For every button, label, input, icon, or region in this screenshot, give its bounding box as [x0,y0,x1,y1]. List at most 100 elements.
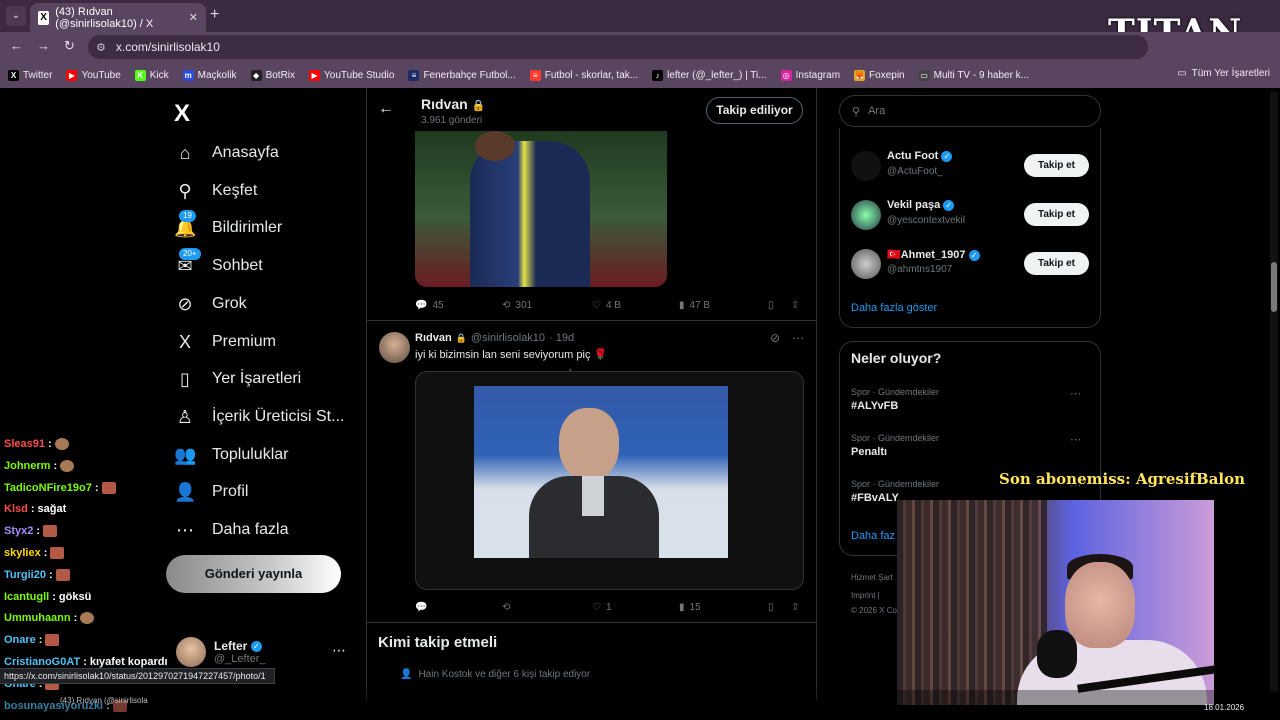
trend-more-icon[interactable]: ⋯ [1070,387,1081,400]
sidebar-item-i-çerik-üreticisi-st-[interactable]: ♙ İçerik Üreticisi St... [174,402,345,432]
chat-separator: : [73,612,78,625]
repost-button[interactable]: ⟲ [502,602,515,613]
bookmark-item[interactable]: ◎ Instagram [780,69,840,81]
close-tab-icon[interactable]: ✕ [189,11,198,24]
footer-copyright: © 2026 X Co [851,606,897,615]
show-more-link[interactable]: Daha fazla göster [851,302,937,314]
x-home-logo-icon[interactable]: X [174,100,190,128]
scrollbar-thumb[interactable] [1271,262,1277,312]
all-bookmarks-folder[interactable]: ▭ Tüm Yer İşaretleri [1177,68,1270,79]
bookmark-item[interactable]: m Maçkolik [182,69,237,81]
verified-badge-icon: ✓ [250,641,262,653]
trend-item[interactable]: Spor · Gündemdekiler Penaltı ⋯ [851,433,1091,458]
site-settings-icon[interactable]: ⚙ [96,41,106,54]
bookmarks-bar: X Twitter ▶ YouTube K Kick m Maçkolik ◆ BotRix ▶ Yo… [0,62,1280,88]
followed-by-note[interactable]: 👤 Hain Kostok ve diğer 6 kişi takip ediy… [400,669,590,680]
sidebar-item-keşfet[interactable]: ⚲ Keşfet [174,176,257,206]
tweet-photo-1[interactable] [415,131,667,287]
tab-search-icon[interactable]: ⌄ [6,6,26,26]
bookmark-item[interactable]: X Twitter [8,69,52,81]
taskbar-item[interactable]: (43) Rıdvan (@sinirlisola [60,696,148,705]
reload-icon[interactable]: ↻ [64,38,75,54]
bookmark-item[interactable]: ▶ YouTube Studio [309,69,394,81]
tweet-video[interactable] [415,371,804,590]
new-tab-icon[interactable]: + [210,6,219,24]
search-input[interactable]: ⚲ Ara [839,95,1101,127]
avatar [851,249,881,279]
sidebar-item-topluluklar[interactable]: 👥 Topluluklar [174,440,288,470]
sidebar-item-label: Topluluklar [212,446,289,463]
suggested-name: 🇹🇷Ahmet_1907 [887,249,966,261]
person-face [559,408,619,480]
address-bar[interactable]: ⚙ x.com/sinirlisolak10 [88,35,1148,59]
bookmark-item[interactable]: K Kick [134,69,169,81]
bookmark-favicon-icon: ▭ [918,69,930,81]
chat-message: Sleas91: [4,438,69,450]
heart-icon: ♡ [592,299,601,311]
chat-separator: : [30,503,35,516]
sidebar-item-grok[interactable]: ⊘ Grok [174,289,246,319]
streamer-face [1065,562,1135,648]
chat-username: skyliex [4,547,41,559]
back-icon[interactable]: ← [10,38,23,53]
share-icon[interactable]: ⇪ [791,300,799,311]
suggested-name: Actu Foot [887,150,939,162]
footer-link[interactable]: Imprint | [851,591,880,600]
follow-button[interactable]: Takip et [1024,154,1089,177]
tweet-time[interactable]: · 19d [549,332,574,344]
repost-button[interactable]: ⟲ 301 [502,300,532,311]
sidebar-item-anasayfa[interactable]: ⌂ Anasayfa [174,138,279,168]
sidebar-item-sohbet[interactable]: ✉ 20+ Sohbet [174,247,263,281]
bookmark-item[interactable]: ▭ Multi TV - 9 haber k... [918,69,1029,81]
footer-link[interactable]: Hizmet Şart [851,573,893,582]
grok-icon[interactable]: ⊘ [770,331,780,345]
forward-icon[interactable]: → [37,38,50,53]
account-switcher[interactable]: Lefter ✓ @_Lefter_ ⋯ [176,632,356,672]
sidebar-item-profil[interactable]: 👤 Profil [174,477,248,507]
chat-message: Onare: [4,634,60,647]
reply-button[interactable]: 💬 45 [415,300,444,311]
post-button[interactable]: Gönderi yayınla [166,555,341,593]
like-button[interactable]: ♡ 1 [592,602,612,613]
trend-more-icon[interactable]: ⋯ [1070,433,1081,446]
sidebar-item-yer-i-şaretleri[interactable]: ▯ Yer İşaretleri [174,364,301,394]
reply-button[interactable]: 💬 [415,602,432,613]
back-arrow-icon[interactable]: ← [378,100,394,118]
follow-button[interactable]: Takip et [1024,252,1089,275]
sidebar-item-daha-fazla[interactable]: ⋯ Daha fazla [174,515,289,545]
bookmark-item[interactable]: 🦊 Foxepin [854,69,905,81]
follow-button[interactable]: Takip et [1024,203,1089,226]
scrollbar-track[interactable] [1270,92,1278,692]
sidebar-item-premium[interactable]: X Premium [174,327,276,357]
tweet-author-handle[interactable]: @sinirlisolak10 [471,332,545,344]
more-icon[interactable]: ⋯ [332,642,346,659]
trend-item[interactable]: Spor · Gündemdekiler #ALYvFB ⋯ [851,387,1091,412]
bookmark-item[interactable]: ≡ Fenerbahçe Futbol... [408,69,516,81]
tweet-author-avatar[interactable] [379,332,410,363]
views-button[interactable]: ▮ 47 B [679,300,710,311]
bookmark-item[interactable]: ≡ Futbol - skorlar, tak... [529,69,638,81]
bookmark-favicon-icon: ♪ [652,69,664,81]
views-button[interactable]: ▮ 15 [679,602,701,613]
like-button[interactable]: ♡ 4 B [592,300,621,311]
sidebar-icon: ♙ [176,406,194,427]
account-handle: @_Lefter_ [214,653,266,665]
following-button[interactable]: Takip ediliyor [706,97,803,124]
bookmark-item[interactable]: ▶ YouTube [66,69,121,81]
share-icon[interactable]: ⇪ [791,602,799,613]
tweet-more-icon[interactable]: ⋯ [792,331,804,345]
trends-show-more-link[interactable]: Daha faz [851,530,895,542]
browser-tab[interactable]: X (43) Rıdvan (@sinirlisolak10) / X ✕ [30,3,206,32]
bookmark-icon[interactable]: ▯ [768,300,774,311]
bookmark-label: BotRix [265,69,296,81]
bookmark-icon[interactable]: ▯ [768,602,774,613]
bookmark-item[interactable]: ◆ BotRix [250,69,296,81]
sidebar-item-label: Yer İşaretleri [212,370,302,387]
bookmark-item[interactable]: ♪ lefter (@_lefter_) | Ti... [652,69,767,81]
bookmark-favicon-icon: ≡ [529,69,541,81]
chat-message: TadicoNFire19o7: [4,481,116,494]
tweet-header: Rıdvan 🔒 @sinirlisolak10 · 19d [415,332,574,344]
sidebar-item-bildirimler[interactable]: 🔔 19 Bildirimler [174,209,282,243]
tweet-author-name[interactable]: Rıdvan [415,332,452,344]
avatar [851,151,881,181]
